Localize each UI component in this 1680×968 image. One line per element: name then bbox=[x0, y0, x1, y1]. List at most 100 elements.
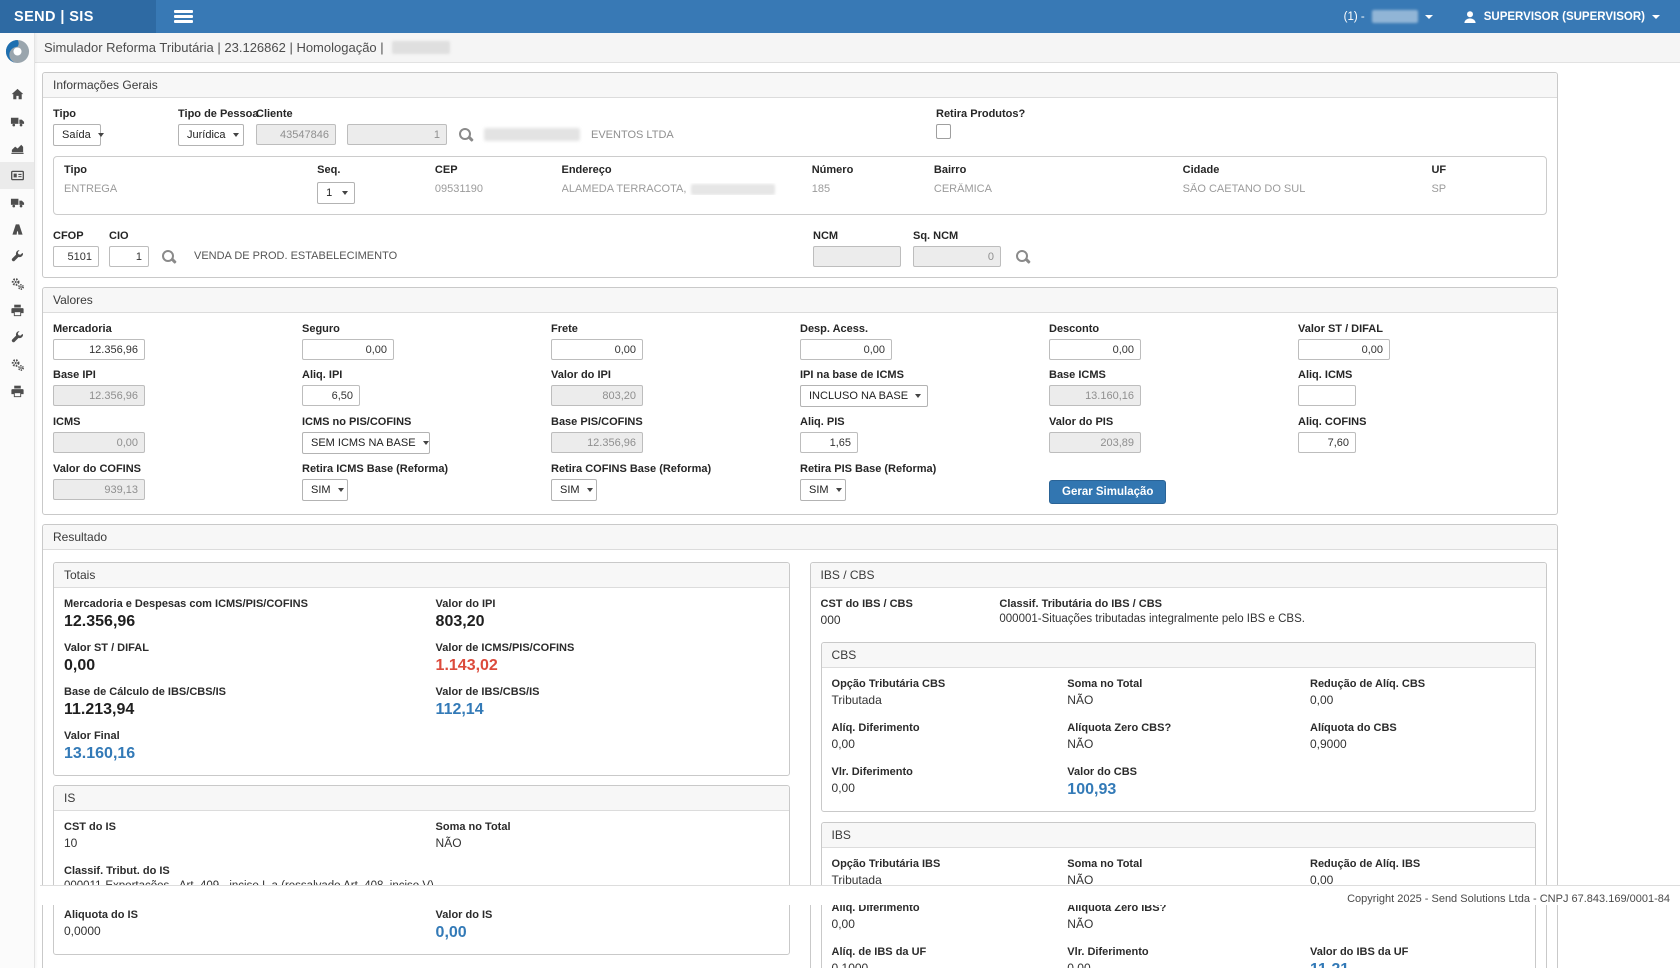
field-seguro: Seguro bbox=[302, 323, 551, 360]
valor-cofins-input bbox=[53, 479, 145, 500]
field-desconto: Desconto bbox=[1049, 323, 1298, 360]
cbs-aliquota: Alíquota do CBS0,9000 bbox=[1310, 722, 1525, 755]
cep-value: 09531190 bbox=[435, 183, 562, 195]
endereco-label: Endereço bbox=[562, 164, 812, 176]
result-valor-ipi: Valor do IPI803,20 bbox=[436, 598, 779, 631]
sidebar-item-delivery[interactable] bbox=[0, 189, 34, 216]
app-logo bbox=[0, 33, 34, 65]
field-gerar-simulacao: Gerar Simulação bbox=[1049, 463, 1298, 504]
panel-header: Informações Gerais bbox=[43, 73, 1557, 98]
retira-cofins-select[interactable]: SIM bbox=[551, 479, 597, 501]
panel-informacoes-gerais: Informações Gerais Tipo Saída Tipo de Pe… bbox=[42, 72, 1558, 278]
top-navbar: SEND | SIS (1) - SUPERVISOR (SUPERVISOR) bbox=[0, 0, 1680, 33]
sidebar-item-report-print[interactable] bbox=[0, 378, 34, 405]
valor-pis-input bbox=[1049, 432, 1141, 453]
base-ipi-input bbox=[53, 385, 145, 406]
frete-input[interactable] bbox=[551, 339, 643, 360]
sidebar-item-road[interactable] bbox=[0, 216, 34, 243]
chart-icon bbox=[10, 141, 25, 156]
gerar-simulacao-button[interactable]: Gerar Simulação bbox=[1049, 480, 1166, 504]
endereco-seq-select[interactable]: 1 bbox=[317, 182, 355, 204]
field-base-icms: Base ICMS bbox=[1049, 369, 1298, 407]
navbar-right: (1) - SUPERVISOR (SUPERVISOR) bbox=[1344, 10, 1680, 24]
system-gears-icon bbox=[10, 357, 25, 372]
field-valor-pis: Valor do PIS bbox=[1049, 416, 1298, 454]
sidebar-item-simulator[interactable] bbox=[0, 162, 34, 189]
valor-pis-label: Valor do PIS bbox=[1049, 416, 1298, 428]
field-bairro: Bairro CERÂMICA bbox=[934, 164, 1183, 204]
ncm-search-icon[interactable] bbox=[1015, 249, 1030, 264]
valor-ipi-input bbox=[551, 385, 643, 406]
sidebar-item-tools[interactable] bbox=[0, 243, 34, 270]
sidebar-item-settings[interactable] bbox=[0, 270, 34, 297]
endereco-seq-label: Seq. bbox=[317, 164, 435, 176]
field-cliente: Cliente EVENTOS LTDA bbox=[256, 108, 936, 145]
icms-pis-cofins-select[interactable]: SEM ICMS NA BASE bbox=[302, 432, 430, 454]
cliente-search-icon[interactable] bbox=[458, 127, 473, 142]
aliq-ipi-input[interactable] bbox=[302, 385, 360, 406]
field-icms: ICMS bbox=[53, 416, 302, 454]
tipo-pessoa-select[interactable]: Jurídica bbox=[178, 124, 244, 146]
copyright-text: Copyright 2025 - Send Solutions Ltda - C… bbox=[1347, 893, 1670, 905]
field-endereco-tipo: Tipo ENTREGA bbox=[64, 164, 317, 204]
cep-label: CEP bbox=[435, 164, 562, 176]
ipi-base-icms-select[interactable]: INCLUSO NA BASE bbox=[800, 385, 928, 407]
select-value: Jurídica bbox=[187, 129, 226, 141]
company-selector[interactable]: (1) - bbox=[1344, 10, 1433, 23]
tipo-select[interactable]: Saída bbox=[53, 124, 101, 146]
ncm-input[interactable] bbox=[813, 246, 901, 267]
field-endereco-seq: Seq. 1 bbox=[317, 164, 435, 204]
result-base-calculo: Base de Cálculo de IBS/CBS/IS11.213,94 bbox=[64, 686, 436, 719]
cio-input[interactable] bbox=[109, 246, 149, 267]
aliq-cofins-input[interactable] bbox=[1298, 432, 1356, 453]
retira-produtos-label: Retira Produtos? bbox=[936, 108, 1025, 120]
retira-pis-select[interactable]: SIM bbox=[800, 479, 846, 501]
sidebar-item-truck[interactable] bbox=[0, 108, 34, 135]
field-cfop: CFOP bbox=[53, 230, 99, 267]
redacted-company-name bbox=[1372, 10, 1418, 23]
field-tipo: Tipo Saída bbox=[53, 108, 178, 146]
hamburger-icon bbox=[174, 10, 193, 23]
retira-produtos-checkbox[interactable] bbox=[936, 124, 951, 139]
endereco-well: Tipo ENTREGA Seq. 1 CEP 09531190 Ender bbox=[53, 156, 1547, 215]
user-menu[interactable]: SUPERVISOR (SUPERVISOR) bbox=[1463, 10, 1660, 24]
panel-totais: Totais Mercadoria e Despesas com ICMS/PI… bbox=[53, 562, 790, 776]
ibs-aliq-diferimento: Alíq. Diferimento0,00 bbox=[832, 902, 1068, 935]
desconto-input[interactable] bbox=[1049, 339, 1141, 360]
aliq-icms-input[interactable] bbox=[1298, 385, 1356, 406]
icms-label: ICMS bbox=[53, 416, 302, 428]
desp-acess-input[interactable] bbox=[800, 339, 892, 360]
sq-ncm-input[interactable] bbox=[913, 246, 1001, 267]
ipi-base-icms-label: IPI na base de ICMS bbox=[800, 369, 1049, 381]
road-icon bbox=[10, 222, 25, 237]
tipo-pessoa-label: Tipo de Pessoa bbox=[178, 108, 256, 120]
cfop-input[interactable] bbox=[53, 246, 99, 267]
result-valor-ibs-cbs-is: Valor de IBS/CBS/IS112,14 bbox=[436, 686, 779, 719]
cbs-opcao-tributaria: Opção Tributária CBSTributada bbox=[832, 678, 1068, 711]
sidebar-item-print[interactable] bbox=[0, 297, 34, 324]
retira-icms-select[interactable]: SIM bbox=[302, 479, 348, 501]
cfop-search-icon[interactable] bbox=[161, 249, 176, 264]
panel-ibs-cbs: IBS / CBS CST do IBS / CBS000 Classif. T… bbox=[810, 562, 1547, 968]
aliq-pis-input[interactable] bbox=[800, 432, 858, 453]
select-value: Saída bbox=[62, 129, 91, 141]
result-valor-final: Valor Final13.160,16 bbox=[64, 730, 436, 763]
sidebar-item-maintenance[interactable] bbox=[0, 324, 34, 351]
left-sidebar bbox=[0, 33, 35, 968]
icms-input bbox=[53, 432, 145, 453]
panel-cbs: CBS Opção Tributária CBSTributada Soma n… bbox=[821, 642, 1536, 812]
uf-value: SP bbox=[1431, 183, 1536, 195]
base-pis-cofins-input bbox=[551, 432, 643, 453]
valor-st-input[interactable] bbox=[1298, 339, 1390, 360]
company-prefix: (1) - bbox=[1344, 11, 1365, 23]
sidebar-item-system-settings[interactable] bbox=[0, 351, 34, 378]
sidebar-item-home[interactable] bbox=[0, 81, 34, 108]
maintenance-wrench-icon bbox=[10, 330, 25, 345]
seguro-input[interactable] bbox=[302, 339, 394, 360]
sidebar-item-chart[interactable] bbox=[0, 135, 34, 162]
menu-toggle-button[interactable] bbox=[170, 6, 197, 27]
is-valor: Valor do IS0,00 bbox=[436, 909, 779, 942]
mercadoria-input[interactable] bbox=[53, 339, 145, 360]
redacted-cliente-nome bbox=[484, 128, 580, 141]
field-ipi-base-icms: IPI na base de ICMS INCLUSO NA BASE bbox=[800, 369, 1049, 407]
